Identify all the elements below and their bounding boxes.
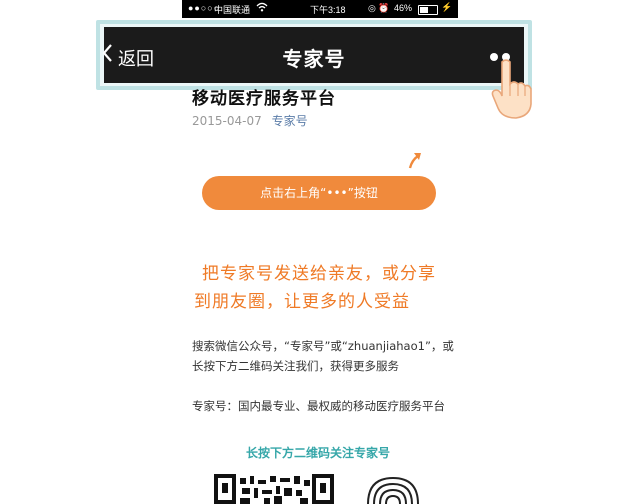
article-meta: 2015-04-07 专家号 [192,112,308,129]
wifi-icon [256,2,268,14]
battery-icon [418,5,438,15]
article-date: 2015-04-07 [192,114,262,128]
alarm-icon: ◎ ⏰ [368,3,390,13]
carrier-name: 中国联通 [214,5,251,15]
fingerprint-icon [367,476,419,504]
nav-bar: 返回 专家号 [102,27,524,83]
headline-line-2: 到朋友圈，让更多的人受益 [194,292,410,312]
page-title: 专家号 [282,47,346,71]
arrow-up-right-icon [408,153,421,169]
share-headline: 把专家号发送给亲友，或分享 到朋友圈，让更多的人受益 [194,260,454,316]
status-bar: ●●○○○ 中国联通 下午3:18 ◎ ⏰ 46% ⚡ [182,0,458,18]
headline-line-1: 把专家号发送给亲友，或分享 [202,264,436,284]
instruction-button: 点击右上角“•••”按钮 [202,176,436,210]
battery-percent: 46% [394,3,413,13]
tap-hand-icon [491,59,532,119]
status-time: 下午3:18 [310,5,346,15]
qr-caption: 长按下方二维码关注专家号 [246,446,391,460]
qr-code-image[interactable] [214,474,334,504]
about-text: 专家号：国内最专业、最权威的移动医疗服务平台 [192,399,445,413]
charging-icon: ⚡ [441,2,453,12]
article-author-link[interactable]: 专家号 [272,114,308,128]
search-instructions: 搜索微信公众号，“专家号”或“zhuanjiahao1”，或长按下方二维码关注我… [192,339,454,373]
